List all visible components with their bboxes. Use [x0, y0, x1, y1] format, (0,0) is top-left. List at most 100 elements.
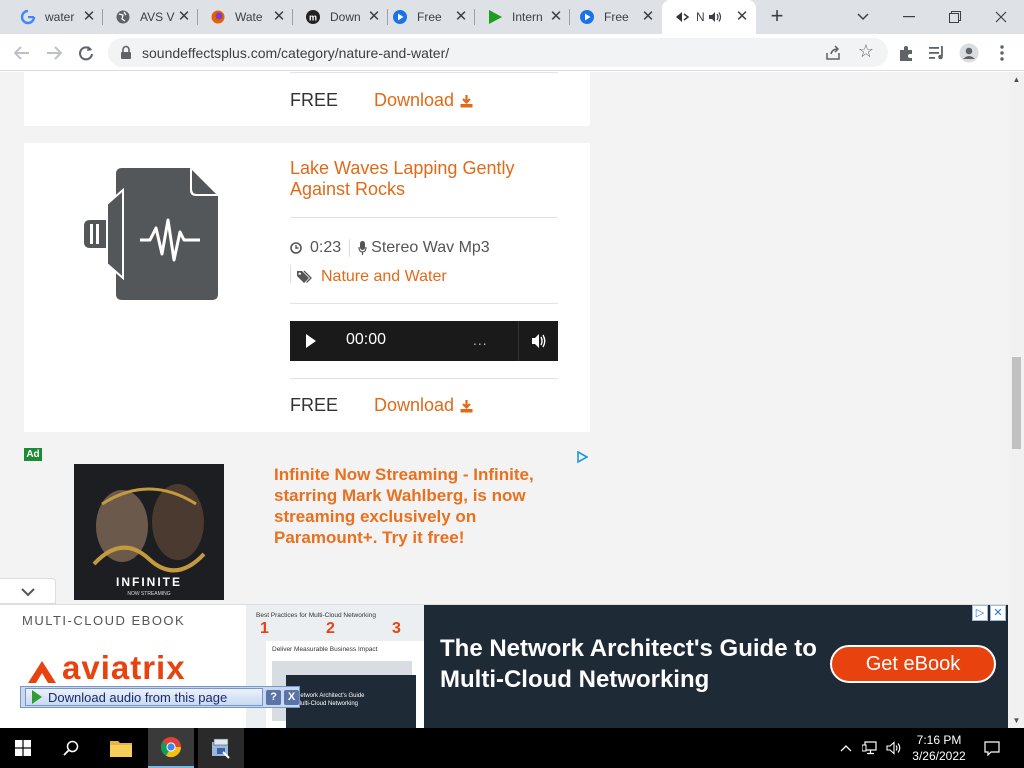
download-audio-button[interactable]: Download audio from this page: [25, 688, 264, 706]
tab-title: Free: [417, 10, 442, 24]
lock-icon[interactable]: [120, 45, 134, 61]
scroll-down-arrow-icon[interactable]: ▼: [1012, 716, 1021, 725]
chevron-down-icon: [857, 13, 869, 21]
volume-icon: [532, 334, 546, 348]
system-clock[interactable]: 7:16 PM 3/26/2022: [904, 732, 974, 764]
chrome-icon: [160, 737, 182, 758]
notifications-icon[interactable]: [982, 738, 1002, 758]
tab-5[interactable]: Free ✕: [380, 0, 475, 34]
start-button[interactable]: [0, 728, 46, 768]
chrome-taskbar-button[interactable]: [148, 728, 194, 768]
close-icon[interactable]: ✕: [453, 9, 469, 25]
volume-tray-icon[interactable]: [884, 738, 904, 758]
ad-text-link[interactable]: Infinite Now Streaming - Infinite, starr…: [274, 464, 534, 548]
url-text[interactable]: soundeffectsplus.com/category/nature-and…: [142, 45, 449, 61]
forward-button[interactable]: [40, 39, 68, 67]
download-text[interactable]: Download: [374, 90, 454, 111]
scroll-thumb[interactable]: [1012, 357, 1021, 449]
audio-playing-icon[interactable]: [708, 9, 724, 25]
close-icon[interactable]: X: [284, 689, 299, 705]
banner-dark-panel: The Network Architect's Guide to Multi-C…: [424, 605, 1008, 728]
clock-time: 7:16 PM: [916, 733, 962, 747]
ebook-preview-text-2: Deliver Measurable Business Impact: [272, 646, 378, 653]
reload-button[interactable]: [72, 39, 100, 67]
close-icon[interactable]: ✕: [734, 9, 750, 25]
file-explorer-button[interactable]: [98, 728, 144, 768]
close-icon[interactable]: ✕: [640, 9, 656, 25]
close-icon[interactable]: ✕: [548, 9, 564, 25]
ad-poster-image[interactable]: INFINITE NOW STREAMING: [74, 464, 224, 600]
close-icon[interactable]: ✕: [271, 9, 287, 25]
play-button[interactable]: [290, 321, 330, 361]
tab-8-active[interactable]: N ✕: [662, 0, 756, 34]
play-triangle-icon: [32, 690, 42, 704]
tab-title: water: [45, 10, 75, 24]
ebook-preview-image: Best Practices for Multi-Cloud Networkin…: [246, 605, 424, 728]
tab-2[interactable]: AVS V ✕: [103, 0, 198, 34]
page-viewport: FREE Download Lake Waves Lapping Gently …: [0, 72, 1024, 728]
download-icon: [460, 94, 473, 107]
bookmark-star-icon[interactable]: ☆: [858, 41, 874, 62]
help-icon[interactable]: ?: [266, 689, 282, 705]
close-icon[interactable]: ✕: [81, 9, 97, 25]
google-icon: [20, 9, 36, 25]
arrow-right-icon: [47, 46, 62, 60]
get-ebook-button[interactable]: Get eBook: [830, 645, 996, 683]
tab-search-button[interactable]: [840, 0, 886, 34]
divider: [290, 378, 558, 379]
play-triangle-icon: [487, 9, 503, 25]
tab-title: Down: [330, 10, 361, 24]
category-link[interactable]: Nature and Water: [321, 268, 447, 286]
restore-button[interactable]: [932, 0, 978, 34]
new-tab-button[interactable]: +: [765, 5, 789, 29]
close-ad-icon[interactable]: ✕: [990, 605, 1006, 621]
download-text[interactable]: Download: [374, 395, 454, 416]
volume-button[interactable]: [518, 321, 558, 361]
menu-kebab-icon[interactable]: [992, 43, 1012, 63]
tab-1[interactable]: water ✕: [8, 0, 103, 34]
globe-icon: [115, 9, 131, 25]
category-row: Nature and Water: [290, 265, 447, 288]
chevron-down-icon: [21, 588, 35, 597]
adchoices-icon[interactable]: ▷: [972, 605, 988, 621]
screen: water ✕ AVS V ✕ Wate ✕ m Down ✕ Free ✕ I…: [0, 0, 1024, 768]
tab-3[interactable]: Wate ✕: [198, 0, 293, 34]
reload-icon: [79, 46, 93, 61]
app-taskbar-button[interactable]: [198, 728, 244, 768]
scroll-up-arrow-icon[interactable]: ▲: [1012, 75, 1021, 84]
profile-avatar-icon[interactable]: [959, 43, 979, 63]
play-circle-icon: [392, 9, 408, 25]
svg-text:3: 3: [392, 620, 401, 637]
price-label: FREE: [290, 395, 339, 415]
adchoices-icon[interactable]: [576, 450, 589, 464]
network-icon[interactable]: [860, 738, 880, 758]
download-link[interactable]: Download: [374, 90, 473, 111]
windows-logo-icon: [15, 740, 31, 756]
share-icon[interactable]: [824, 44, 842, 62]
extensions-icon[interactable]: [896, 43, 916, 63]
tray-chevron-up-icon[interactable]: [836, 738, 856, 758]
address-bar[interactable]: soundeffectsplus.com/category/nature-and…: [108, 38, 888, 67]
download-link[interactable]: Download: [374, 395, 473, 416]
close-window-button[interactable]: [978, 0, 1024, 34]
divider: [290, 303, 558, 304]
tab-4[interactable]: m Down ✕: [293, 0, 388, 34]
minimize-button[interactable]: [886, 0, 932, 34]
meta-separator: [290, 265, 291, 288]
media-control-icon[interactable]: [927, 43, 947, 63]
banner-headline: The Network Architect's Guide to Multi-C…: [440, 635, 817, 693]
anchor-ad-banner[interactable]: MULTI-CLOUD EBOOK aviatrix Best Practice…: [0, 604, 1008, 728]
search-button[interactable]: [48, 728, 94, 768]
close-icon[interactable]: ✕: [176, 9, 192, 25]
svg-text:m: m: [309, 13, 317, 23]
back-button[interactable]: [8, 39, 36, 67]
tab-6[interactable]: Intern ✕: [475, 0, 570, 34]
vertical-scrollbar[interactable]: ▲ ▼: [1009, 72, 1024, 728]
player-progress[interactable]: ...: [473, 332, 488, 348]
search-icon: [63, 740, 79, 756]
tab-7[interactable]: Free ✕: [567, 0, 662, 34]
sound-title-link[interactable]: Lake Waves Lapping Gently Against Rocks: [290, 158, 550, 200]
speaker-icon: [674, 9, 690, 25]
collapse-ad-button[interactable]: [0, 578, 56, 604]
microphone-icon: [358, 241, 367, 255]
